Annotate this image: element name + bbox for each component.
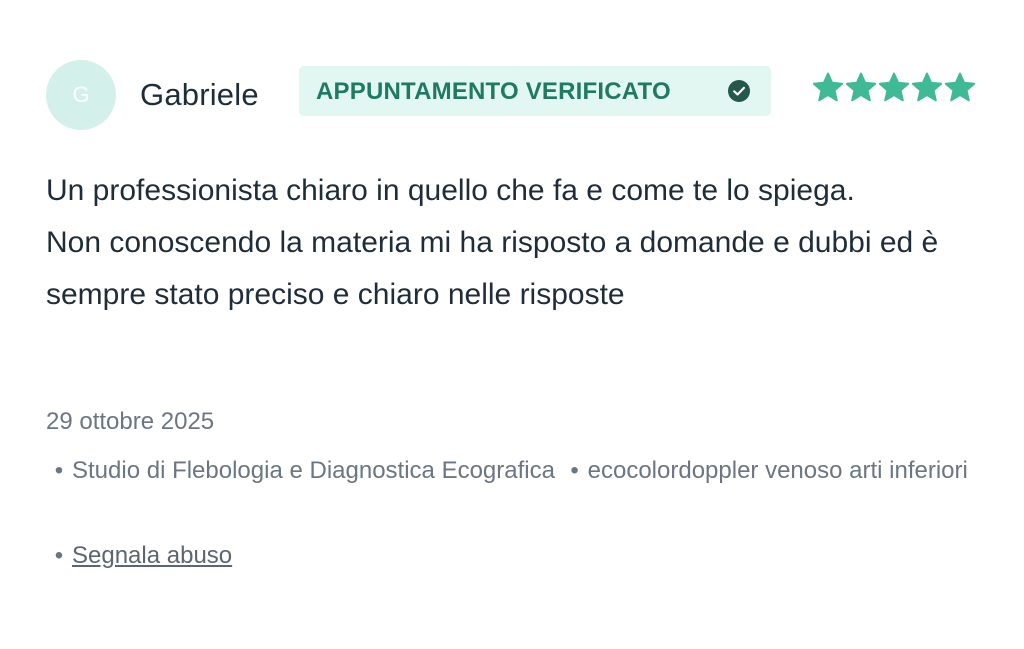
bullet-separator: • bbox=[570, 457, 579, 484]
verified-badge-label: APPUNTAMENTO VERIFICATO bbox=[316, 78, 671, 105]
bullet-separator: • bbox=[54, 457, 64, 484]
review-text: Un professionista chiaro in quello che f… bbox=[46, 165, 976, 321]
review-meta: • Studio di Flebologia e Diagnostica Ecog… bbox=[46, 450, 986, 492]
report-row: • Segnala abuso bbox=[46, 540, 232, 572]
report-abuse-link[interactable]: Segnala abuso bbox=[72, 542, 232, 569]
avatar: G bbox=[46, 60, 116, 130]
verified-badge: APPUNTAMENTO VERIFICATO bbox=[299, 66, 771, 116]
review-date: 29 ottobre 2025 bbox=[46, 408, 215, 435]
star-icon bbox=[911, 72, 943, 102]
review-text-paragraph: Un professionista chiaro in quello che f… bbox=[46, 174, 855, 207]
review-header: G Gabriele APPUNTAMENTO VERIFICATO bbox=[46, 60, 986, 130]
star-icon bbox=[878, 72, 910, 102]
star-icon bbox=[845, 72, 877, 102]
bullet-separator: • bbox=[54, 542, 64, 569]
star-icon bbox=[944, 72, 976, 102]
star-icon bbox=[812, 72, 844, 102]
check-circle-icon bbox=[728, 80, 750, 102]
service-name: ecocolordoppler venoso arti inferiori bbox=[587, 457, 968, 484]
review-card: G Gabriele APPUNTAMENTO VERIFICATO Un pr… bbox=[0, 0, 1024, 649]
star-rating bbox=[811, 71, 977, 105]
review-text-paragraph: Non conoscendo la materia mi ha risposto… bbox=[46, 226, 939, 311]
author-name: Gabriele bbox=[140, 77, 259, 112]
clinic-name: Studio di Flebologia e Diagnostica Ecogr… bbox=[72, 457, 555, 484]
